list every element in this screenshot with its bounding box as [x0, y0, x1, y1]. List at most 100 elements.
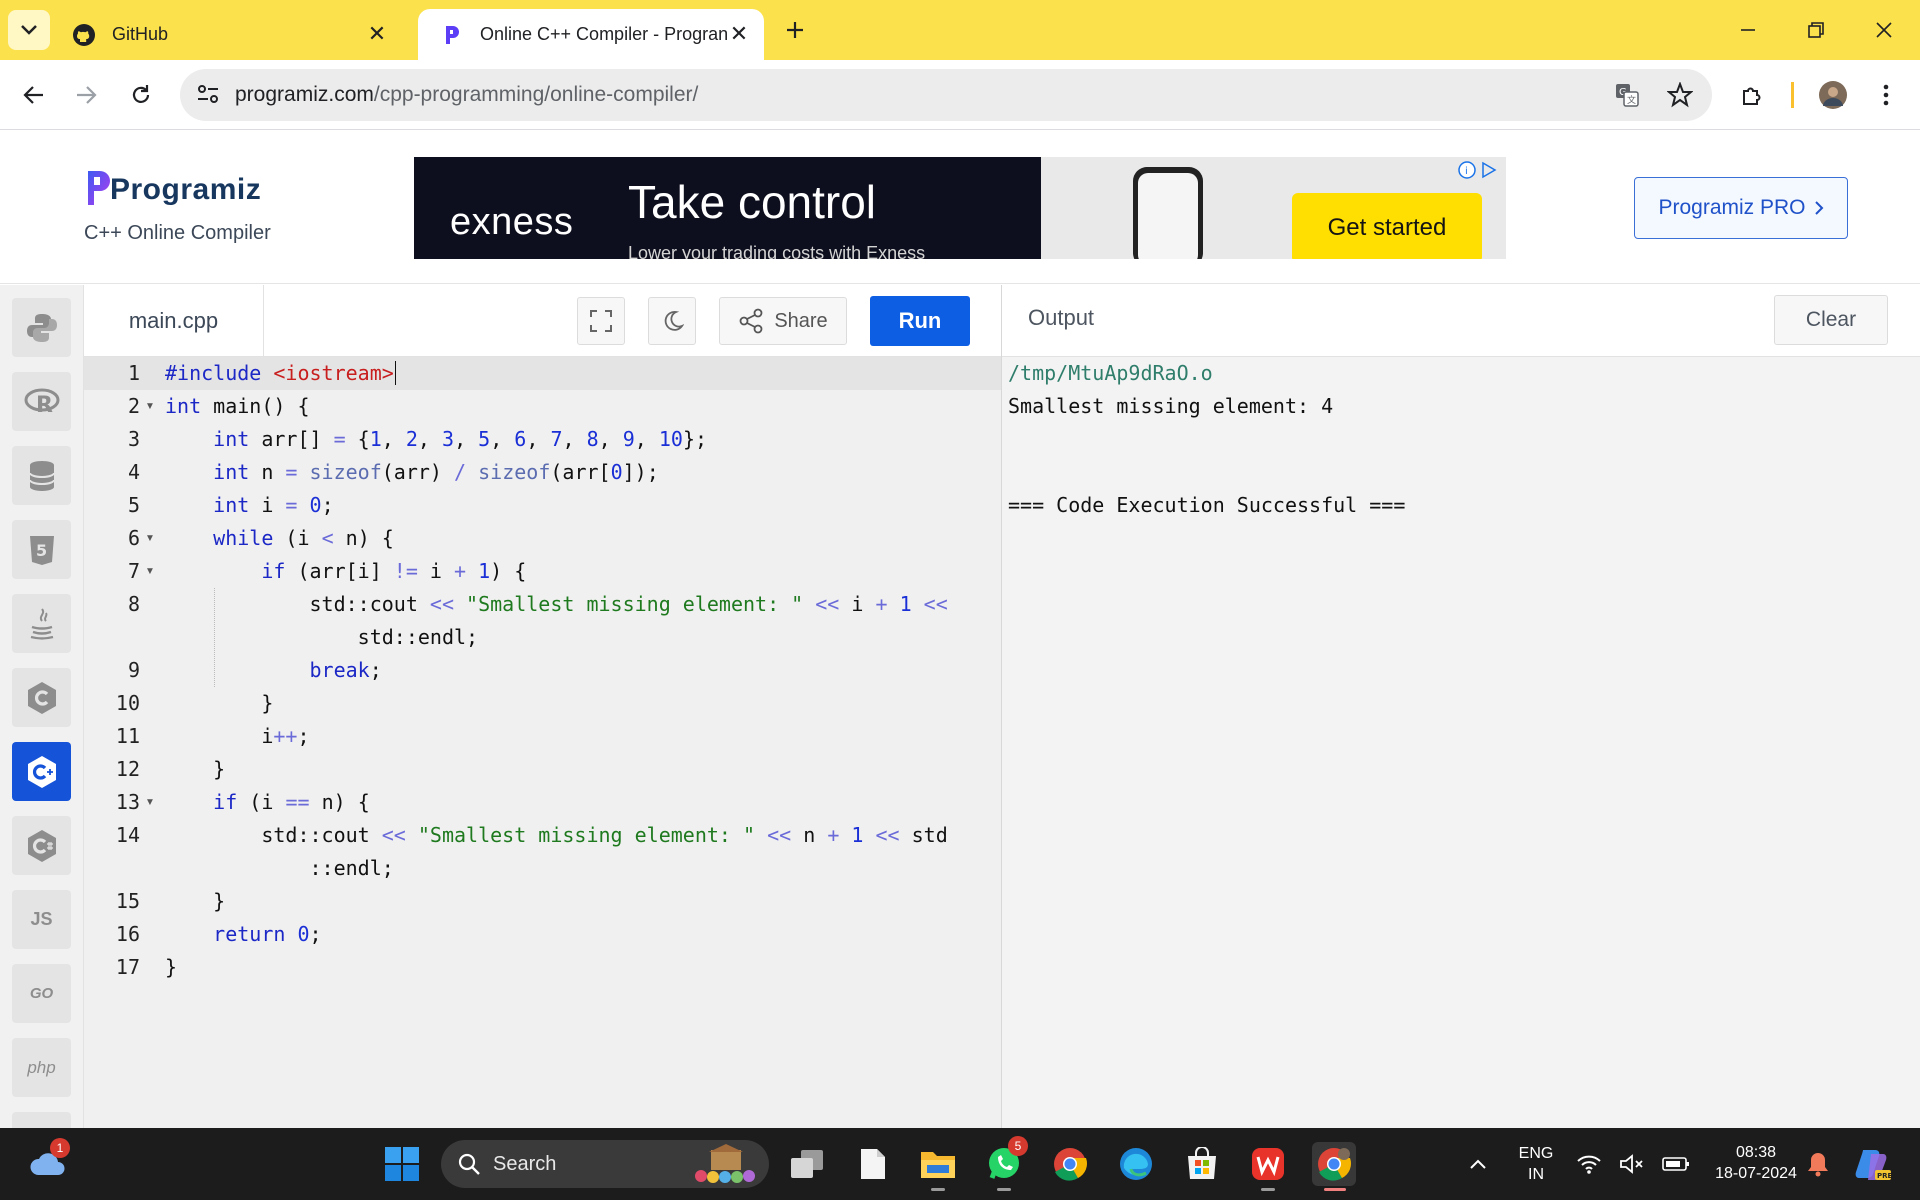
notepad-app[interactable] — [851, 1142, 895, 1186]
task-view-icon — [791, 1150, 823, 1178]
share-button[interactable]: Share — [719, 297, 847, 345]
tab-search-button[interactable] — [8, 10, 50, 50]
database-icon — [28, 460, 55, 491]
sidebar-item-csharp[interactable] — [12, 816, 71, 875]
sidebar-item-go[interactable]: GO — [12, 964, 71, 1023]
sidebar-item-cpp[interactable] — [12, 742, 71, 801]
chrome-app-active[interactable] — [1312, 1142, 1356, 1191]
fullscreen-button[interactable] — [577, 297, 625, 345]
file-icon — [861, 1149, 885, 1179]
svg-text:5: 5 — [36, 541, 47, 560]
taskbar-search[interactable]: Search — [441, 1140, 769, 1188]
folder-icon — [921, 1152, 955, 1178]
browser-menu-button[interactable] — [1866, 75, 1906, 115]
bell-icon — [1808, 1153, 1828, 1177]
line-number: 11 — [115, 724, 140, 748]
code-line: std::cout << "Smallest missing element: … — [165, 592, 948, 616]
show-hidden-icons-button[interactable] — [1456, 1142, 1500, 1186]
sidebar-item-js[interactable]: JS — [12, 890, 71, 949]
tab-github[interactable]: GitHub ✕ — [60, 9, 412, 60]
tab-title: GitHub — [112, 24, 169, 44]
code-line: std::cout << "Smallest missing element: … — [165, 823, 948, 847]
close-icon[interactable]: ✕ — [364, 21, 390, 47]
notifications-button[interactable] — [1796, 1142, 1840, 1186]
sidebar-item-c[interactable] — [12, 668, 71, 727]
tab-programiz[interactable]: Online C++ Compiler - Progran ✕ — [418, 9, 764, 60]
file-tab-main-cpp[interactable]: main.cpp — [84, 285, 264, 356]
ad-cta-button[interactable]: Get started — [1292, 193, 1482, 259]
task-view-button[interactable] — [785, 1142, 829, 1186]
output-console[interactable]: /tmp/MtuAp9dRaO.o Smallest missing eleme… — [1002, 357, 1920, 1128]
ad-banner[interactable]: exness Take control Lower your trading c… — [414, 157, 1506, 259]
code-line: i++; — [165, 724, 310, 748]
code-line: } — [165, 757, 226, 781]
line-number: 2 — [127, 394, 140, 418]
code-line: return 0; — [213, 922, 322, 946]
fold-arrow-icon[interactable]: ▼ — [145, 566, 155, 577]
pro-label: Programiz PRO — [1658, 196, 1806, 219]
running-indicator — [997, 1188, 1011, 1191]
clear-button[interactable]: Clear — [1774, 295, 1888, 345]
microsoft-store-app[interactable] — [1180, 1142, 1224, 1186]
cpp-icon — [27, 755, 56, 788]
code-line: std::endl; — [165, 625, 479, 649]
forward-button[interactable] — [66, 75, 106, 115]
file-explorer-app[interactable] — [916, 1142, 960, 1191]
volume-muted-icon — [1620, 1154, 1643, 1174]
language-indicator[interactable]: ENG IN — [1508, 1143, 1564, 1185]
address-bar[interactable]: programiz.com/cpp-programming/online-com… — [180, 69, 1712, 121]
bookmark-star-icon[interactable] — [1666, 81, 1694, 113]
sidebar-item-php[interactable]: php — [12, 1038, 71, 1097]
sidebar-item-python[interactable] — [12, 298, 71, 357]
edge-app[interactable] — [1114, 1142, 1158, 1186]
back-button[interactable] — [14, 75, 54, 115]
extensions-button[interactable] — [1732, 75, 1772, 115]
sidebar-item-sql[interactable] — [12, 446, 71, 505]
url-host: programiz.com — [235, 83, 374, 106]
fold-arrow-icon[interactable]: ▼ — [145, 401, 155, 412]
code-line: } — [165, 889, 226, 913]
code-line: int main() { — [165, 394, 310, 418]
running-indicator — [1261, 1188, 1275, 1191]
profile-avatar[interactable] — [1813, 75, 1853, 115]
chevron-down-icon — [21, 25, 37, 35]
language-sidebar: R 5 JS GO php — [0, 285, 84, 1128]
sidebar-item-java[interactable] — [12, 594, 71, 653]
restore-button[interactable] — [1794, 10, 1838, 50]
toolbar-divider — [1791, 82, 1794, 108]
dark-mode-button[interactable] — [648, 297, 696, 345]
copilot-button[interactable]: PRE — [1850, 1142, 1894, 1186]
url-text: programiz.com/cpp-programming/online-com… — [235, 83, 698, 107]
close-window-button[interactable] — [1862, 10, 1906, 50]
search-placeholder: Search — [493, 1152, 557, 1175]
programiz-logo[interactable]: Programiz — [86, 169, 261, 207]
code-line: int n = sizeof(arr) / sizeof(arr[0]); — [213, 460, 659, 484]
reload-button[interactable] — [121, 75, 161, 115]
translate-icon[interactable]: G文 — [1614, 82, 1640, 113]
site-settings-icon[interactable] — [196, 83, 220, 110]
close-icon[interactable]: ✕ — [726, 21, 752, 47]
close-icon — [1876, 22, 1892, 38]
chrome-app[interactable] — [1048, 1142, 1092, 1186]
start-button[interactable] — [380, 1142, 424, 1186]
new-tab-button[interactable] — [773, 10, 817, 50]
fold-arrow-icon[interactable]: ▼ — [145, 533, 155, 544]
line-number: 15 — [115, 889, 140, 913]
wps-office-app[interactable] — [1246, 1142, 1290, 1191]
sidebar-item-html[interactable]: 5 — [12, 520, 71, 579]
sidebar-item-r[interactable]: R — [12, 372, 71, 431]
system-tray-status[interactable] — [1568, 1142, 1698, 1186]
run-button[interactable]: Run — [870, 296, 970, 346]
chevron-up-icon — [1470, 1159, 1486, 1169]
ad-info-icons[interactable]: i — [1458, 161, 1498, 179]
running-indicator — [931, 1188, 945, 1191]
code-line: break; — [309, 658, 382, 682]
minimize-button[interactable] — [1726, 10, 1770, 50]
whatsapp-app[interactable]: 5 — [982, 1136, 1028, 1191]
weather-widget[interactable]: 1 — [26, 1138, 70, 1186]
line-number: 5 — [127, 493, 140, 517]
sidebar-item-more[interactable] — [12, 1112, 71, 1128]
edge-icon — [1120, 1148, 1152, 1180]
fold-arrow-icon[interactable]: ▼ — [145, 797, 155, 808]
programiz-pro-button[interactable]: Programiz PRO — [1634, 177, 1848, 239]
